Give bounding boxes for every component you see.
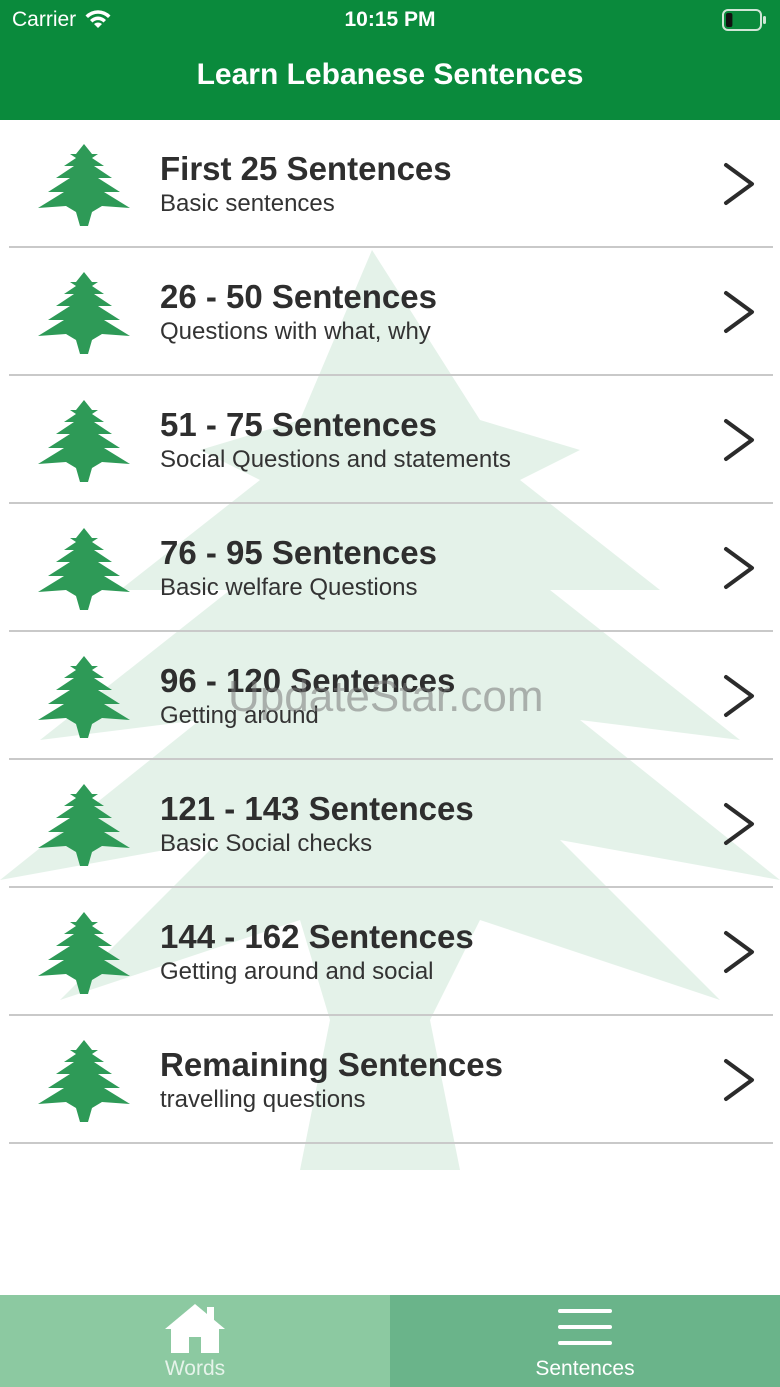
list-item-title: 51 - 75 Sentences xyxy=(160,406,437,443)
list-item-subtitle: Basic Social checks xyxy=(160,830,373,857)
chevron-right-icon xyxy=(724,291,754,333)
cedar-icon xyxy=(38,912,130,994)
chevron-right-icon xyxy=(724,163,754,205)
home-icon xyxy=(165,1304,225,1353)
tab-words-label: Words xyxy=(164,1357,226,1380)
cedar-icon xyxy=(38,656,130,738)
cedar-icon xyxy=(38,272,130,354)
list-item-text: Remaining Sentences travelling questions xyxy=(160,1046,680,1116)
cedar-icon xyxy=(38,528,130,610)
list-item-text: 26 - 50 Sentences Questions with what, wh… xyxy=(160,278,680,348)
list-item-text: 96 - 120 Sentences Getting around xyxy=(160,662,680,732)
chevron-right-icon xyxy=(724,931,754,973)
list-item-subtitle: Basic sentences xyxy=(160,190,335,217)
list-item-text: 144 - 162 Sentences Getting around and so… xyxy=(160,918,680,988)
list-item-subtitle: Questions with what, why xyxy=(160,318,431,345)
chevron-right-icon xyxy=(724,1059,754,1101)
cedar-icon xyxy=(38,784,130,866)
row-divider xyxy=(9,1142,773,1144)
list-item[interactable]: 96 - 120 Sentences Getting around xyxy=(0,632,780,760)
cedar-icon xyxy=(38,144,130,226)
list-item-subtitle: travelling questions xyxy=(160,1086,366,1113)
chevron-right-icon xyxy=(724,675,754,717)
list-item-text: First 25 Sentences Basic sentences xyxy=(160,150,680,220)
list-item-subtitle: Basic welfare Questions xyxy=(160,574,418,601)
tab-sentences[interactable]: Sentences xyxy=(390,1295,780,1387)
status-time: 10:15 PM xyxy=(344,8,436,31)
chevron-right-icon xyxy=(724,419,754,461)
tab-sentences-label: Sentences xyxy=(535,1357,635,1380)
status-bar: Carrier 10:15 PM xyxy=(0,0,780,40)
list-item-text: 51 - 75 Sentences Social Questions and st… xyxy=(160,406,680,476)
battery-icon xyxy=(722,9,768,37)
cedar-icon xyxy=(38,400,130,482)
list-item-title: First 25 Sentences xyxy=(160,150,452,187)
menu-icon xyxy=(558,1309,612,1345)
list-item-title: 121 - 143 Sentences xyxy=(160,790,474,827)
list-item-subtitle: Getting around xyxy=(160,702,319,729)
list-item[interactable]: 144 - 162 Sentences Getting around and so… xyxy=(0,888,780,1016)
list-item-title: Remaining Sentences xyxy=(160,1046,503,1083)
list-item-title: 96 - 120 Sentences xyxy=(160,662,456,699)
list-item-text: 76 - 95 Sentences Basic welfare Questions xyxy=(160,534,680,604)
list-item[interactable]: 51 - 75 Sentences Social Questions and st… xyxy=(0,376,780,504)
list-item[interactable]: 26 - 50 Sentences Questions with what, wh… xyxy=(0,248,780,376)
chevron-right-icon xyxy=(724,803,754,845)
list-item[interactable]: 121 - 143 Sentences Basic Social checks xyxy=(0,760,780,888)
chevron-right-icon xyxy=(724,547,754,589)
list-item-title: 76 - 95 Sentences xyxy=(160,534,437,571)
tab-bar: Words Sentences xyxy=(0,1295,780,1387)
list-item-subtitle: Getting around and social xyxy=(160,958,434,985)
sentence-list: First 25 Sentences Basic sentences 26 - 50… xyxy=(0,120,780,1144)
list-item[interactable]: First 25 Sentences Basic sentences xyxy=(0,120,780,248)
page-title: Learn Lebanese Sentences xyxy=(196,58,584,91)
list-item-subtitle: Social Questions and statements xyxy=(160,446,511,473)
cedar-icon xyxy=(38,1040,130,1122)
list-item-title: 144 - 162 Sentences xyxy=(160,918,474,955)
list-item-text: 121 - 143 Sentences Basic Social checks xyxy=(160,790,680,860)
navigation-bar: Carrier 10:15 PM Learn Lebanese Sentence… xyxy=(0,0,780,120)
tab-words[interactable]: Words xyxy=(0,1295,390,1387)
list-item[interactable]: Remaining Sentences travelling questions xyxy=(0,1016,780,1144)
list-item[interactable]: 76 - 95 Sentences Basic welfare Questions xyxy=(0,504,780,632)
list-item-title: 26 - 50 Sentences xyxy=(160,278,437,315)
